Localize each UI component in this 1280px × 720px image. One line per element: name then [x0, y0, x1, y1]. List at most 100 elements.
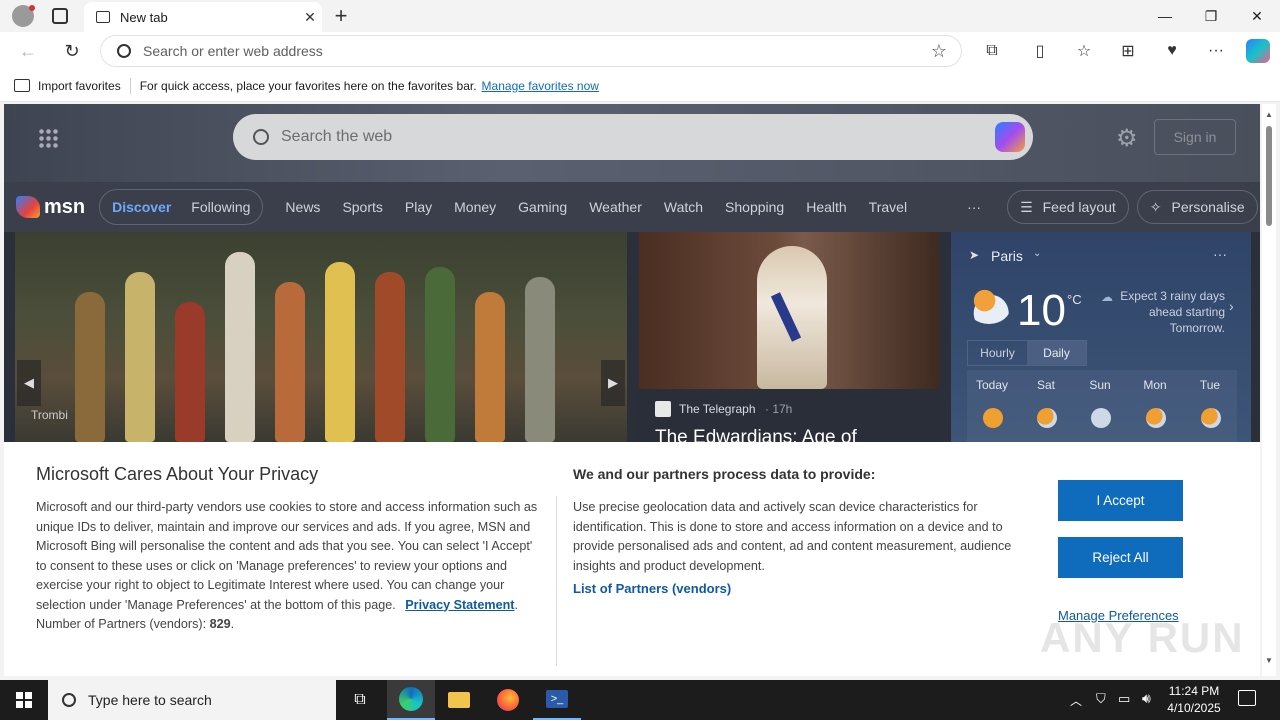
minimize-button[interactable]: —	[1142, 0, 1188, 32]
nav-gaming[interactable]: Gaming	[518, 199, 567, 215]
forecast-day[interactable]: Sat	[1021, 378, 1071, 392]
extensions-icon[interactable]: ⧉	[980, 39, 1004, 63]
copilot-search-icon[interactable]	[995, 122, 1025, 152]
prev-slide-button[interactable]: ◀	[17, 360, 41, 406]
tab-new-tab[interactable]: New tab ✕	[84, 2, 322, 32]
forecast-day[interactable]: Mon	[1130, 378, 1180, 392]
hourly-daily-toggle: Hourly Daily	[967, 340, 1087, 366]
nav-weather[interactable]: Weather	[589, 199, 642, 215]
personalise-button[interactable]: ✧ Personalise	[1136, 190, 1258, 224]
refresh-icon[interactable]: ↻	[60, 39, 84, 63]
hero-card-image[interactable]: ◀ ▶ Trombi	[15, 232, 627, 442]
hero-source: Trombi	[31, 408, 68, 422]
sign-in-button[interactable]: Sign in	[1154, 119, 1236, 155]
partners-list-link[interactable]: List of Partners (vendors)	[573, 581, 731, 596]
telegraph-card-body[interactable]: The Telegraph · 17h The Edwardians: Age …	[639, 389, 939, 449]
personalise-star-icon: ✧	[1149, 198, 1162, 215]
summary-chevron-icon[interactable]: ›	[1229, 298, 1234, 314]
collections-icon[interactable]: ⊞	[1116, 39, 1140, 63]
location-chevron-icon[interactable]: ⌄	[1033, 248, 1041, 259]
volume-tray-icon[interactable]: 🔊︎	[1142, 690, 1151, 707]
edge-app-icon[interactable]	[387, 680, 435, 720]
new-tab-button[interactable]: +	[330, 3, 352, 29]
nav-watch[interactable]: Watch	[664, 199, 703, 215]
photo-figure	[475, 292, 505, 442]
security-tray-icon[interactable]: ⛉	[1096, 691, 1106, 707]
sliders-icon: ☰	[1020, 198, 1033, 215]
copilot-icon[interactable]	[1246, 39, 1270, 63]
nav-shopping[interactable]: Shopping	[725, 199, 784, 215]
taskbar-clock[interactable]: 11:24 PM 4/10/2025	[1164, 683, 1224, 717]
settings-gear-icon[interactable]: ⚙	[1116, 124, 1138, 153]
show-hidden-icons[interactable]: ︿	[1070, 692, 1082, 709]
scroll-thumb[interactable]	[1266, 126, 1272, 226]
tab-hourly[interactable]: Hourly	[968, 341, 1027, 365]
app-launcher-icon[interactable]	[38, 128, 58, 148]
back-icon[interactable]: ←	[16, 39, 40, 63]
start-button[interactable]	[0, 680, 48, 720]
privacy-statement-link[interactable]: Privacy Statement	[405, 598, 514, 612]
notifications-icon[interactable]	[1238, 690, 1256, 706]
msn-logo[interactable]: msn	[44, 196, 85, 219]
tab-discover[interactable]: Discover	[102, 199, 181, 215]
forecast-day[interactable]: Today	[967, 378, 1017, 392]
scroll-down-icon[interactable]: ▼	[1265, 656, 1273, 665]
telegraph-age: · 17h	[765, 402, 793, 416]
powershell-icon[interactable]: >_	[533, 680, 581, 720]
manage-favorites-link[interactable]: Manage favorites now	[482, 79, 599, 93]
msn-logo-icon	[16, 196, 40, 218]
import-favorites-button[interactable]: Import favorites	[38, 79, 121, 93]
web-search-box[interactable]: Search the web	[233, 114, 1033, 160]
tab-actions-icon[interactable]	[52, 8, 68, 24]
reject-all-button[interactable]: Reject All	[1058, 537, 1183, 578]
nav-money[interactable]: Money	[454, 199, 496, 215]
weather-more-icon[interactable]: ···	[1213, 246, 1227, 262]
favorites-icon[interactable]: ☆	[1072, 39, 1096, 63]
taskbar-search-input[interactable]: Type here to search	[88, 692, 212, 708]
file-explorer-icon[interactable]	[435, 680, 483, 720]
forecast-day[interactable]: Tue	[1185, 378, 1235, 392]
rain-icon	[1091, 408, 1111, 428]
close-tab-icon[interactable]: ✕	[298, 9, 322, 26]
photo-figure	[125, 272, 155, 442]
web-search-icon	[253, 129, 269, 145]
favorites-bar: Import favorites For quick access, place…	[0, 70, 1280, 102]
weather-summary[interactable]: Expect 3 rainy days ahead starting Tomor…	[1115, 288, 1225, 336]
nav-more-icon[interactable]: ···	[967, 199, 981, 215]
weather-card[interactable]: ➤ Paris ⌄ ··· 10 °C ☁ Expect 3 rainy day…	[951, 232, 1251, 442]
tab-daily[interactable]: Daily	[1027, 341, 1086, 365]
tab-page-icon	[96, 11, 110, 23]
telegraph-card-image[interactable]	[639, 232, 939, 389]
more-menu-icon[interactable]: ···	[1204, 39, 1228, 63]
network-tray-icon[interactable]: ▭	[1118, 691, 1130, 707]
nav-sports[interactable]: Sports	[342, 199, 382, 215]
split-screen-icon[interactable]: ▯	[1028, 39, 1052, 63]
tab-title: New tab	[120, 9, 168, 25]
close-window-button[interactable]: ✕	[1234, 0, 1280, 32]
nav-travel[interactable]: Travel	[869, 199, 907, 215]
favorite-star-icon[interactable]: ☆	[931, 41, 947, 62]
nav-health[interactable]: Health	[806, 199, 846, 215]
address-bar[interactable]: Search or enter web address ☆	[100, 35, 962, 67]
weather-location[interactable]: Paris	[991, 248, 1023, 264]
next-slide-button[interactable]: ▶	[601, 360, 625, 406]
feed-layout-button[interactable]: ☰ Feed layout	[1007, 190, 1129, 224]
restore-button[interactable]: ❐	[1188, 0, 1234, 32]
tab-following[interactable]: Following	[181, 199, 260, 215]
task-view-icon[interactable]: ⧉	[336, 680, 384, 720]
web-search-input[interactable]: Search the web	[281, 128, 392, 146]
firefox-icon[interactable]	[484, 680, 532, 720]
page-scrollbar[interactable]: ▲ ▼	[1262, 104, 1276, 676]
scroll-up-icon[interactable]: ▲	[1265, 110, 1273, 119]
accept-button[interactable]: I Accept	[1058, 480, 1183, 521]
forecast-day[interactable]: Sun	[1075, 378, 1125, 392]
taskbar-search-icon	[62, 693, 76, 707]
sunny-icon	[983, 408, 1003, 428]
nav-play[interactable]: Play	[405, 199, 432, 215]
photo-figure	[75, 292, 105, 442]
nav-news[interactable]: News	[285, 199, 320, 215]
taskbar-search-box[interactable]: Type here to search	[48, 680, 336, 720]
location-arrow-icon: ➤	[969, 248, 980, 262]
performance-icon[interactable]: ♥	[1160, 39, 1184, 63]
address-input[interactable]: Search or enter web address	[143, 43, 931, 59]
